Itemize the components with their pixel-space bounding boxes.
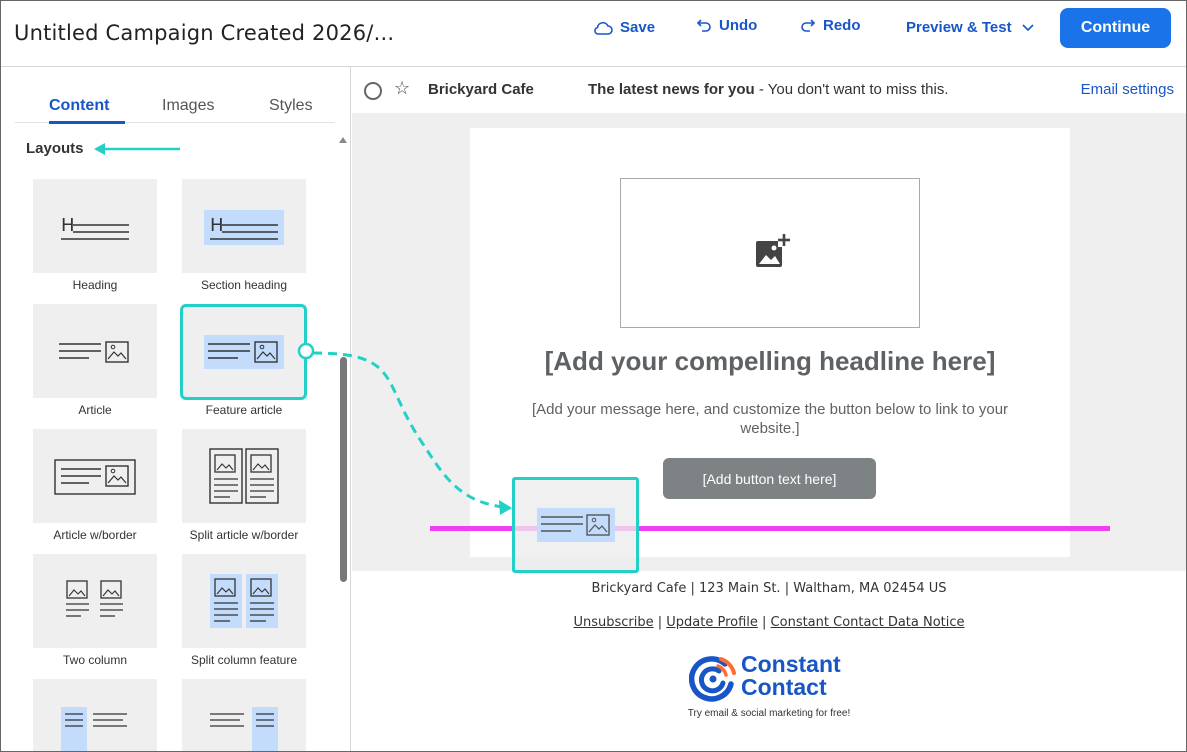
layout-tile-sidebar-left[interactable] bbox=[33, 679, 157, 751]
email-preview-bar: ☆ Brickyard Cafe The latest news for you… bbox=[352, 67, 1186, 113]
layout-label: Split column feature bbox=[190, 653, 298, 667]
layout-label: Article bbox=[78, 403, 112, 417]
two-column-layout-icon bbox=[66, 580, 123, 617]
split-column-feature-layout-icon bbox=[210, 574, 278, 628]
brand-tagline: Try email & social marketing for free! bbox=[687, 708, 851, 719]
chevron-down-icon bbox=[1022, 23, 1034, 32]
sender-name: Brickyard Cafe bbox=[428, 81, 534, 98]
layout-label: Split article w/border bbox=[189, 528, 299, 542]
email-settings-link[interactable]: Email settings bbox=[1081, 81, 1174, 98]
layout-label: Heading bbox=[72, 278, 118, 292]
undo-icon bbox=[696, 18, 712, 34]
tab-content[interactable]: Content bbox=[49, 97, 109, 115]
layout-label: Two column bbox=[62, 653, 128, 667]
cloud-icon bbox=[593, 20, 613, 36]
campaign-title[interactable]: Untitled Campaign Created 2026/... bbox=[14, 21, 394, 45]
add-image-icon bbox=[756, 233, 790, 267]
preview-label: Preview & Test bbox=[906, 19, 1012, 36]
layout-tile-section-heading[interactable]: H bbox=[182, 179, 306, 273]
layout-tile-split-article-border[interactable] bbox=[182, 429, 306, 523]
constant-contact-logo-icon[interactable] bbox=[688, 654, 737, 707]
layout-label: Feature article bbox=[205, 403, 283, 417]
image-placeholder[interactable] bbox=[620, 178, 920, 328]
layout-tile-article[interactable] bbox=[33, 304, 157, 398]
section-heading-layout-icon: H bbox=[204, 210, 284, 245]
unsubscribe-link[interactable]: Unsubscribe bbox=[573, 615, 653, 630]
footer-links: Unsubscribe | Update Profile | Constant … bbox=[352, 615, 1186, 630]
layout-tile-two-column[interactable] bbox=[33, 554, 157, 648]
layouts-heading: Layouts bbox=[26, 140, 84, 157]
email-message[interactable]: [Add your message here, and customize th… bbox=[501, 400, 1039, 438]
content-sidebar: Content Images Styles Layouts H Heading … bbox=[1, 67, 351, 751]
sidebar-scrollbar[interactable] bbox=[340, 357, 347, 582]
layout-tile-heading[interactable]: H bbox=[33, 179, 157, 273]
brand-line-2: Contact bbox=[741, 674, 827, 700]
tab-images[interactable]: Images bbox=[162, 97, 214, 115]
layout-tile-article-border[interactable] bbox=[33, 429, 157, 523]
star-icon[interactable]: ☆ bbox=[394, 78, 410, 99]
scroll-up-arrow[interactable] bbox=[339, 137, 347, 143]
undo-label: Undo bbox=[719, 17, 758, 34]
data-notice-link[interactable]: Constant Contact Data Notice bbox=[771, 615, 965, 630]
article-layout-icon bbox=[59, 341, 129, 363]
app-window: Untitled Campaign Created 2026/... Save … bbox=[0, 0, 1187, 752]
sidebar-left-layout-icon bbox=[61, 707, 127, 751]
svg-text:H: H bbox=[61, 215, 75, 236]
tab-styles[interactable]: Styles bbox=[269, 97, 313, 115]
brand-line-1: Constant bbox=[741, 651, 841, 677]
layout-label: Article w/border bbox=[53, 528, 137, 542]
active-tab-indicator bbox=[49, 121, 125, 124]
layout-tile-split-column-feature[interactable] bbox=[182, 554, 306, 648]
link-separator: | bbox=[762, 615, 771, 630]
feature-article-drag-icon bbox=[537, 508, 615, 542]
redo-icon bbox=[800, 18, 816, 34]
dragged-layout-preview[interactable] bbox=[512, 477, 639, 573]
selected-layout-highlight bbox=[180, 304, 307, 400]
redo-button[interactable]: Redo bbox=[800, 17, 861, 34]
sidebar-right-layout-icon bbox=[210, 707, 278, 751]
article-border-layout-icon bbox=[54, 459, 136, 495]
undo-button[interactable]: Undo bbox=[696, 17, 757, 34]
heading-layout-icon: H bbox=[61, 215, 129, 240]
layout-tile-sidebar-right[interactable] bbox=[182, 679, 306, 751]
constant-contact-wordmark: Constant Contact bbox=[741, 653, 841, 699]
continue-button[interactable]: Continue bbox=[1060, 8, 1171, 48]
email-subject: The latest news for you - You don't want… bbox=[588, 81, 949, 98]
link-separator: | bbox=[657, 615, 667, 630]
update-profile-link[interactable]: Update Profile bbox=[666, 615, 758, 630]
email-headline[interactable]: [Add your compelling headline here] bbox=[470, 346, 1070, 377]
preview-test-dropdown[interactable]: Preview & Test bbox=[906, 19, 1034, 36]
save-button[interactable]: Save bbox=[593, 19, 655, 36]
top-toolbar: Untitled Campaign Created 2026/... Save … bbox=[1, 1, 1186, 67]
split-article-border-layout-icon bbox=[209, 448, 279, 504]
subject-preheader: - You don't want to miss this. bbox=[754, 81, 949, 98]
layout-label: Section heading bbox=[200, 278, 288, 292]
sidebar-tabs: Content Images Styles bbox=[15, 89, 335, 124]
footer-address: Brickyard Cafe | 123 Main St. | Waltham,… bbox=[591, 581, 947, 596]
svg-text:H: H bbox=[210, 215, 224, 236]
redo-label: Redo bbox=[823, 17, 861, 34]
save-label: Save bbox=[620, 19, 656, 36]
select-radio[interactable] bbox=[364, 82, 382, 100]
subject-title: The latest news for you bbox=[588, 81, 755, 98]
email-cta-button[interactable]: [Add button text here] bbox=[663, 458, 876, 499]
